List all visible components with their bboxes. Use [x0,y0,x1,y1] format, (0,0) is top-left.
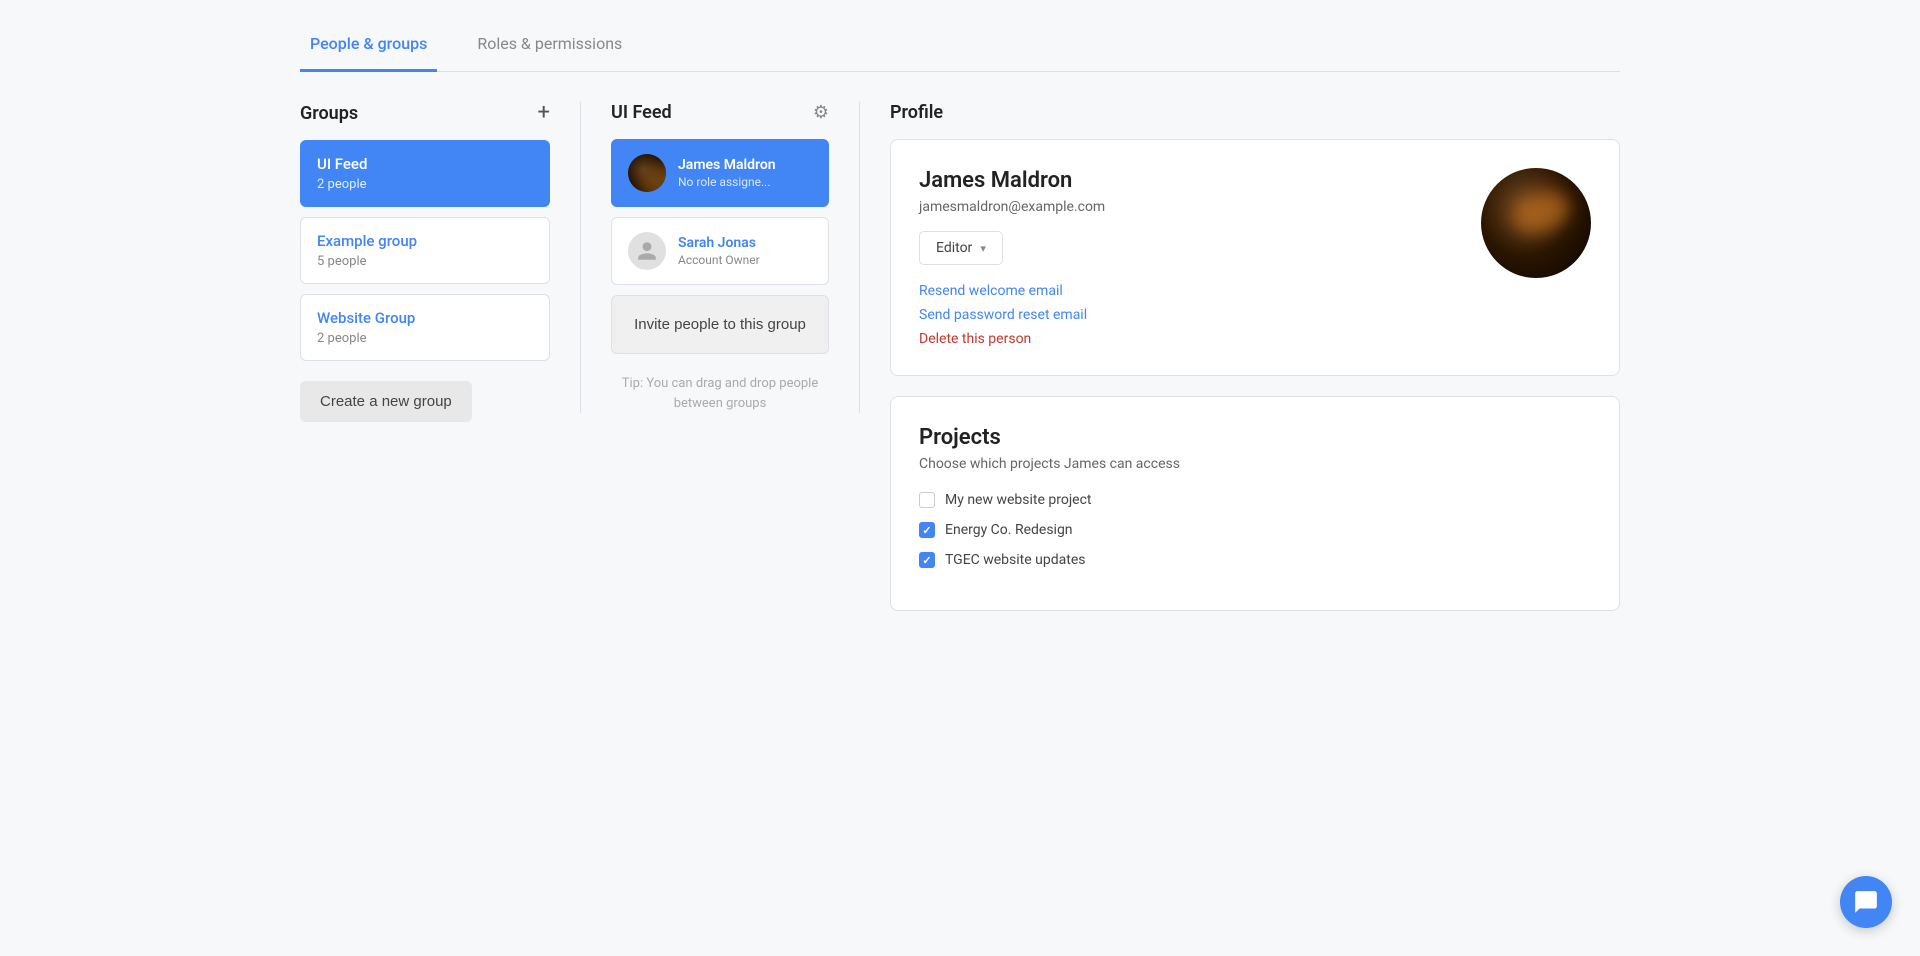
feed-title: UI Feed [611,102,672,123]
group-item-ui-feed[interactable]: UI Feed 2 people [300,140,550,207]
group-name: Website Group [317,309,533,327]
person-role-sarah: Account Owner [678,253,760,267]
invite-people-button[interactable]: Invite people to this group [611,295,829,354]
group-item-website-group[interactable]: Website Group 2 people [300,294,550,361]
avatar-james [628,154,666,192]
group-count: 5 people [317,254,533,269]
send-password-reset-link[interactable]: Send password reset email [919,307,1481,323]
project-item-my-new-website[interactable]: My new website project [919,492,1591,508]
person-card-james[interactable]: James Maldron No role assigne... [611,139,829,207]
profile-email: jamesmaldron@example.com [919,199,1481,215]
project-label-my-new-website: My new website project [945,492,1092,508]
delete-person-link[interactable]: Delete this person [919,331,1481,347]
person-info-sarah: Sarah Jonas Account Owner [678,235,760,267]
person-card-sarah[interactable]: Sarah Jonas Account Owner [611,217,829,285]
main-layout: Groups + UI Feed 2 people Example group … [300,102,1620,611]
gear-icon[interactable]: ⚙ [813,102,829,123]
group-count: 2 people [317,177,533,192]
resend-welcome-email-link[interactable]: Resend welcome email [919,283,1481,299]
group-name: Example group [317,232,533,250]
tab-bar: People & groups Roles & permissions [300,20,1620,72]
profile-name: James Maldron [919,168,1481,193]
person-name-sarah: Sarah Jonas [678,235,760,251]
profile-title: Profile [890,102,1620,123]
profile-links: Resend welcome email Send password reset… [919,283,1481,347]
profile-avatar-photo [1481,168,1591,278]
chat-bubble-button[interactable] [1840,876,1892,928]
project-label-energy-co: Energy Co. Redesign [945,522,1073,538]
groups-panel-header: Groups + [300,102,550,124]
avatar-sarah [628,232,666,270]
person-role-james: No role assigne... [678,175,776,189]
add-group-icon[interactable]: + [538,102,550,124]
group-name: UI Feed [317,155,533,173]
project-checkbox-energy-co[interactable] [919,522,935,538]
profile-card: James Maldron jamesmaldron@example.com E… [890,139,1620,376]
role-dropdown[interactable]: Editor ▾ [919,231,1003,265]
tab-people-groups[interactable]: People & groups [300,20,437,72]
feed-panel-header: UI Feed ⚙ [611,102,829,123]
person-name-james: James Maldron [678,157,776,173]
project-checkbox-tgec-website[interactable] [919,552,935,568]
project-label-tgec-website: TGEC website updates [945,552,1085,568]
project-checkbox-my-new-website[interactable] [919,492,935,508]
projects-card: Projects Choose which projects James can… [890,396,1620,611]
groups-title: Groups [300,103,358,124]
role-label: Editor [936,240,972,256]
group-item-example-group[interactable]: Example group 5 people [300,217,550,284]
project-item-tgec-website[interactable]: TGEC website updates [919,552,1591,568]
person-info-james: James Maldron No role assigne... [678,157,776,189]
profile-panel: Profile James Maldron jamesmaldron@examp… [860,102,1620,611]
groups-panel: Groups + UI Feed 2 people Example group … [300,102,580,422]
create-new-group-button[interactable]: Create a new group [300,381,472,422]
tab-roles-permissions[interactable]: Roles & permissions [467,20,632,72]
drag-drop-tip: Tip: You can drag and drop people betwee… [611,374,829,413]
chevron-down-icon: ▾ [980,242,986,255]
profile-info: James Maldron jamesmaldron@example.com E… [919,168,1481,347]
group-count: 2 people [317,331,533,346]
projects-title: Projects [919,425,1591,450]
project-item-energy-co[interactable]: Energy Co. Redesign [919,522,1591,538]
feed-panel: UI Feed ⚙ James Maldron No role assigne.… [580,102,860,413]
projects-subtitle: Choose which projects James can access [919,456,1591,472]
